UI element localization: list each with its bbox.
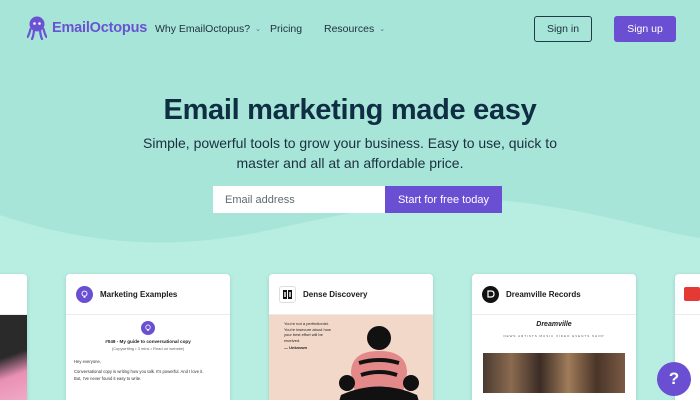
nav-link-pricing[interactable]: Pricing [270, 23, 302, 35]
chevron-down-icon: ⌄ [255, 26, 261, 33]
top-navigation: EmailOctopus Why EmailOctopus? ⌄ Pricing… [0, 0, 700, 58]
hero-subtitle-line2: master and all at an affordable price. [236, 155, 464, 171]
octopus-logo-icon [27, 16, 47, 40]
brand-logo[interactable]: EmailOctopus [27, 16, 147, 40]
hero-subtitle: Simple, powerful tools to grow your busi… [0, 133, 700, 173]
preview-line: Conversational copy is writing how you t… [74, 369, 204, 374]
card-title: Dreamville Records [506, 289, 581, 299]
card-title: Dense Discovery [303, 289, 368, 299]
sign-in-button[interactable]: Sign in [534, 16, 592, 42]
card-image [0, 315, 27, 400]
card-preview: Dreamville NEWS ARTISTS MUSIC VIDEO EVEN… [472, 315, 636, 393]
email-input[interactable] [213, 186, 385, 213]
nav-link-resources[interactable]: Resources ⌄ [324, 23, 385, 35]
preview-line: But, I've never found it easy to write. [74, 376, 142, 381]
preview-text: Hey everyone, Conversational copy is wri… [74, 358, 222, 382]
card-header [0, 274, 27, 315]
newsletter-card-marketing-examples[interactable]: Marketing Examples #049 - My guide to co… [66, 274, 230, 400]
sign-up-button[interactable]: Sign up [614, 16, 676, 42]
preview-wordmark: Dreamville [536, 321, 572, 328]
brand-logo-icon [684, 287, 700, 301]
newsletter-card-partial-left[interactable] [0, 274, 27, 400]
newsletter-card-dreamville[interactable]: Dreamville Records Dreamville NEWS ARTIS… [472, 274, 636, 400]
lightbulb-icon [76, 285, 93, 303]
card-preview: #049 - My guide to conversational copy (… [66, 315, 230, 388]
illustration-figure [339, 326, 419, 400]
preview-greeting: Hey everyone, [74, 359, 101, 364]
card-header: Dense Discovery [269, 274, 433, 315]
card-preview: You're not a perfectionist. You're insec… [269, 315, 433, 400]
start-free-button[interactable]: Start for free today [385, 186, 502, 213]
dense-discovery-logo-icon [279, 285, 296, 303]
preview-heading: #049 - My guide to conversational copy [105, 339, 191, 344]
nav-link-label: Resources [324, 23, 375, 35]
signup-form: Start for free today [213, 186, 503, 213]
dreamville-logo-icon [482, 285, 499, 303]
lightbulb-icon [141, 321, 155, 335]
help-icon[interactable]: ? [657, 362, 691, 396]
nav-link-label: Why EmailOctopus? [155, 23, 251, 35]
card-header: Dreamville Records [472, 274, 636, 315]
brand-name: EmailOctopus [52, 20, 148, 36]
card-header [675, 274, 700, 315]
chevron-down-icon: ⌄ [379, 26, 386, 33]
hero-section: Email marketing made easy Simple, powerf… [0, 90, 700, 173]
nav-link-label: Pricing [270, 23, 303, 35]
preview-menu: NEWS ARTISTS MUSIC VIDEO EVENTS SHOP [503, 334, 605, 338]
nav-link-why[interactable]: Why EmailOctopus? ⌄ [155, 23, 261, 35]
hero-title: Email marketing made easy [163, 94, 537, 126]
card-header: Marketing Examples [66, 274, 230, 315]
newsletter-card-dense-discovery[interactable]: Dense Discovery You're not a perfectioni… [269, 274, 433, 400]
card-title: Marketing Examples [100, 289, 178, 299]
preview-subline: (Copywriting • 3 mins • Read on website) [111, 346, 185, 351]
hero-subtitle-line1: Simple, powerful tools to grow your busi… [143, 135, 557, 151]
preview-photo [483, 353, 625, 393]
